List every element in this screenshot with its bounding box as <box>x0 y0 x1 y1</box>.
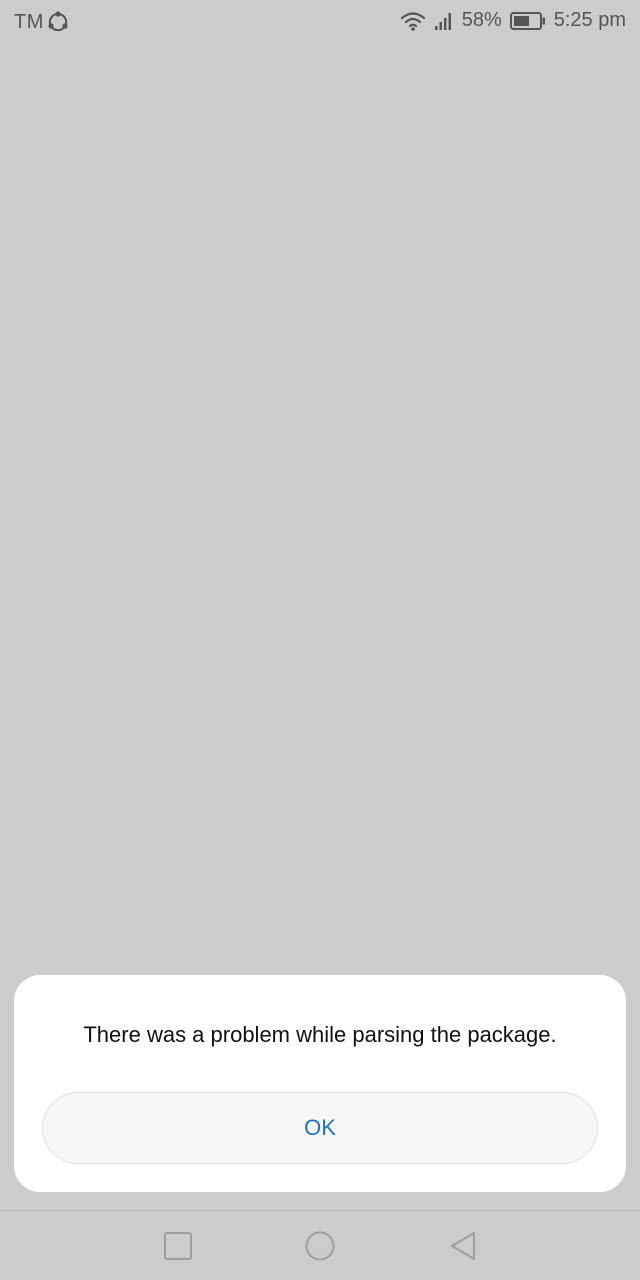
status-bar: TM 58% 5:25 pm <box>0 0 640 44</box>
battery-icon <box>509 11 546 30</box>
ok-button[interactable]: OK <box>42 1092 598 1164</box>
signal-icon <box>434 11 454 31</box>
back-icon[interactable] <box>446 1229 480 1263</box>
status-left: TM <box>14 10 70 34</box>
clock: 5:25 pm <box>553 9 626 31</box>
sync-icon <box>46 10 70 34</box>
navigation-bar <box>0 1210 640 1280</box>
recent-apps-icon[interactable] <box>161 1229 195 1263</box>
battery-percent: 58% <box>461 9 502 31</box>
carrier-label: TM <box>14 10 44 33</box>
dialog-message: There was a problem while parsing the pa… <box>83 1022 557 1047</box>
wifi-icon <box>400 10 426 32</box>
home-icon[interactable] <box>303 1229 337 1263</box>
error-dialog: There was a problem while parsing the pa… <box>14 975 626 1192</box>
status-right: 58% 5:25 pm <box>400 9 626 32</box>
screen: TM 58% 5:25 pm There was a problem while… <box>0 0 640 1280</box>
